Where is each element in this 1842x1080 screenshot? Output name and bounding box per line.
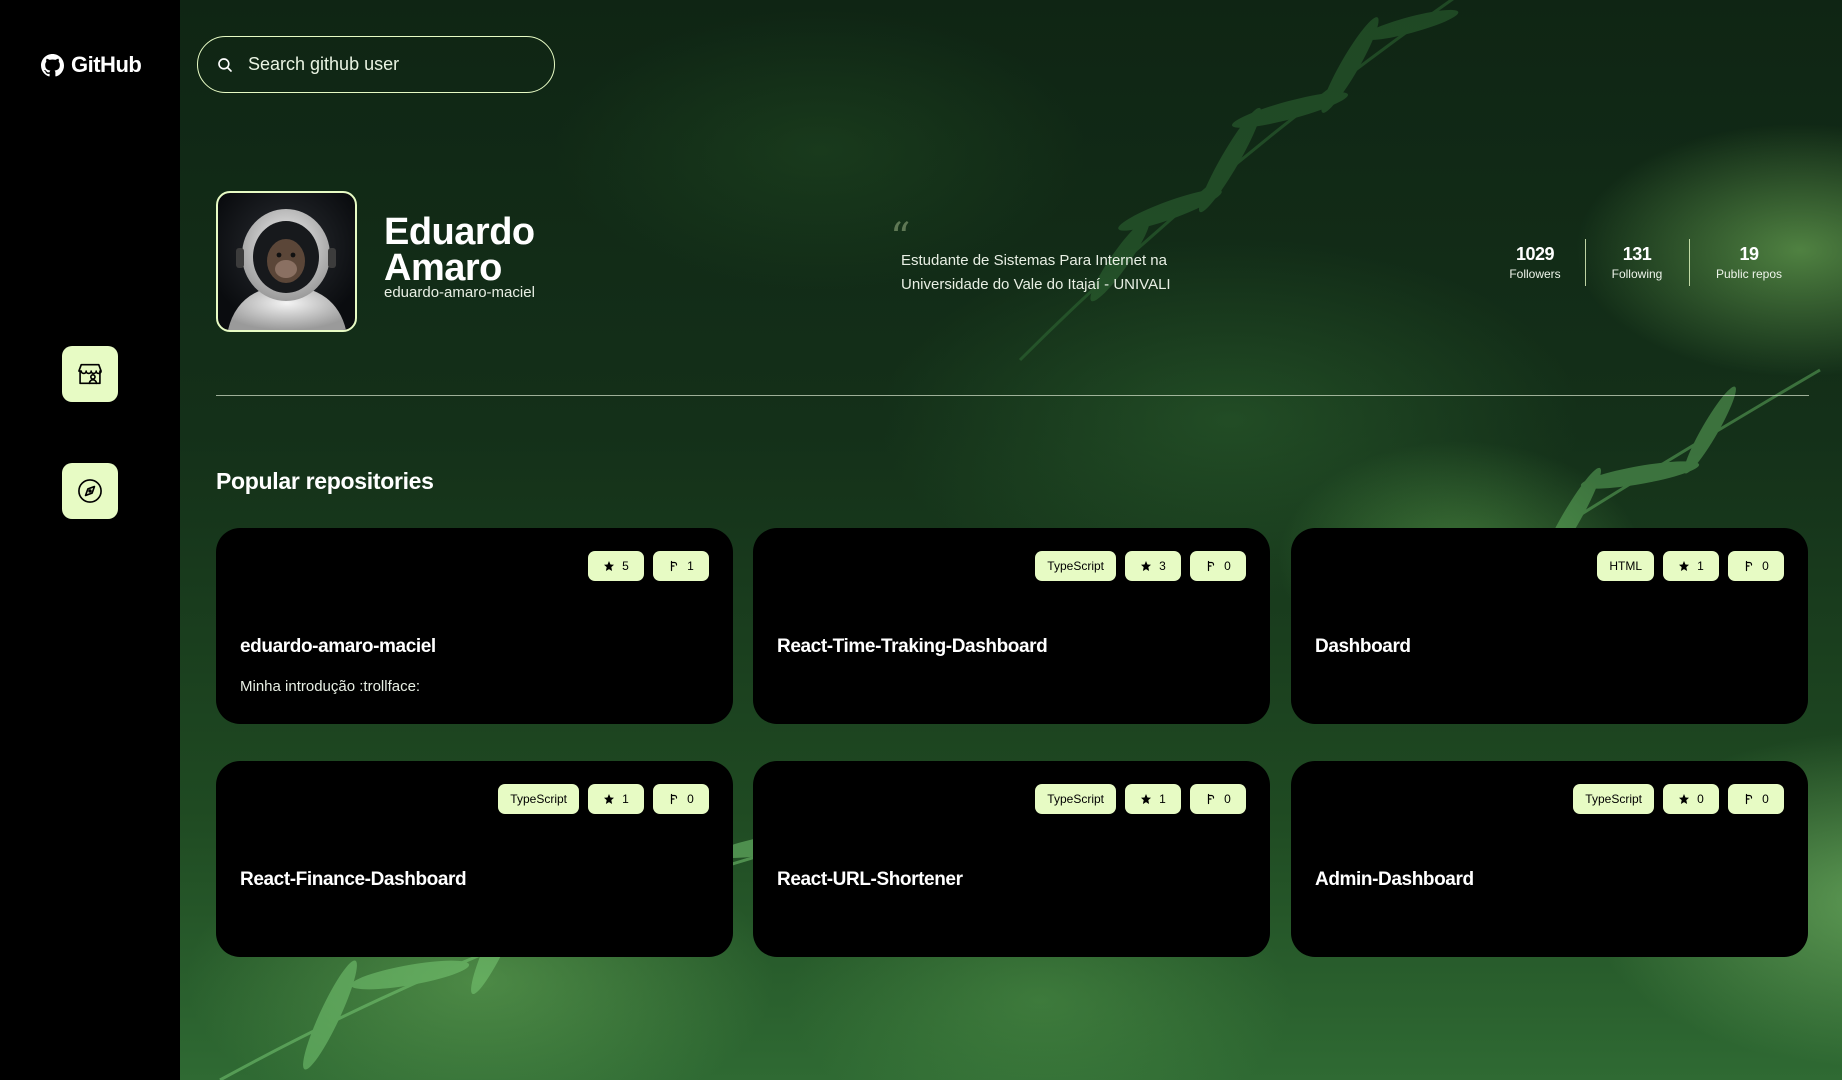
stars-badge: 1 (1663, 551, 1719, 581)
divider (216, 395, 1809, 396)
language-badge: TypeScript (1573, 784, 1654, 814)
stars-badge: 1 (588, 784, 644, 814)
fern-decoration-icon (1018, 0, 1459, 362)
stat-value: 19 (1739, 243, 1759, 264)
search-bar[interactable] (197, 36, 555, 93)
language-badge: HTML (1597, 551, 1654, 581)
stars-count: 0 (1697, 792, 1704, 806)
quote-icon: “ (890, 215, 911, 261)
stars-count: 5 (622, 559, 629, 573)
profile-stats: 131 Following (1597, 238, 1677, 286)
repo-name[interactable]: React-Finance-Dashboard (240, 869, 467, 891)
forks-count: 0 (1224, 559, 1231, 573)
forks-count: 0 (687, 792, 694, 806)
repo-card[interactable]: HTML 1 0 Dashboard (1291, 528, 1808, 724)
repo-card[interactable]: 5 1 eduardo-amaro-maciel Minha introduçã… (216, 528, 733, 724)
search-input[interactable] (246, 53, 530, 76)
forks-badge: 1 (653, 551, 709, 581)
profile-bio: Estudante de Sistemas Para Internet na U… (901, 252, 1171, 293)
repo-badges: HTML 1 0 (1597, 551, 1784, 581)
fork-icon (1746, 793, 1753, 805)
stars-badge: 5 (588, 551, 644, 581)
profile-stats: 1029 Followers (1495, 238, 1575, 286)
store-user-icon (78, 363, 102, 385)
logo-text: GitHub (71, 52, 142, 77)
stars-badge: 1 (1125, 784, 1181, 814)
stat-value: 1029 (1515, 243, 1555, 264)
repo-badges: 5 1 (588, 551, 709, 581)
language-badge: TypeScript (498, 784, 579, 814)
forks-badge: 0 (1190, 784, 1246, 814)
fork-icon (671, 560, 678, 572)
search-icon (218, 57, 232, 72)
repo-name[interactable]: React-Time-Traking-Dashboard (777, 636, 1048, 658)
forks-badge: 0 (653, 784, 709, 814)
language-badge: TypeScript (1035, 551, 1116, 581)
repo-card[interactable]: TypeScript 3 0 React-Time-Traking-Dashbo… (753, 528, 1270, 724)
stat-following[interactable]: 131 Following (1597, 238, 1677, 286)
star-icon (1141, 561, 1152, 571)
stars-badge: 3 (1125, 551, 1181, 581)
stars-count: 1 (1697, 559, 1704, 573)
star-icon (1679, 794, 1690, 804)
stat-divider (1585, 239, 1586, 286)
fork-icon (671, 793, 678, 805)
stat-divider (1689, 239, 1690, 286)
language-badge: TypeScript (1035, 784, 1116, 814)
repo-name[interactable]: Dashboard (1315, 636, 1411, 658)
fork-icon (1208, 560, 1215, 572)
forks-count: 1 (687, 559, 694, 573)
stat-public-repos[interactable]: 19 Public repos (1707, 238, 1791, 286)
stat-followers[interactable]: 1029 Followers (1495, 238, 1575, 286)
sidebar-store-button[interactable] (62, 346, 118, 402)
forks-badge: 0 (1190, 551, 1246, 581)
repo-name[interactable]: React-URL-Shortener (777, 869, 963, 891)
star-icon (1679, 561, 1690, 571)
sidebar: GitHub (0, 0, 180, 1080)
star-icon (1141, 794, 1152, 804)
avatar (216, 191, 357, 332)
repo-card[interactable]: TypeScript 0 0 Admin-Dashboard (1291, 761, 1808, 957)
stat-value: 131 (1622, 243, 1652, 264)
forks-badge: 0 (1728, 551, 1784, 581)
stat-label: Public repos (1715, 266, 1783, 281)
repo-description: Minha introdução :trollface: (240, 678, 421, 695)
repo-badges: TypeScript 1 0 (498, 784, 709, 814)
stat-label: Followers (1509, 266, 1561, 281)
stars-count: 1 (622, 792, 629, 806)
repo-card[interactable]: TypeScript 1 0 React-URL-Shortener (753, 761, 1270, 957)
astronaut-avatar-icon (228, 209, 346, 330)
repo-name[interactable]: eduardo-amaro-maciel (240, 636, 436, 658)
repo-badges: TypeScript 1 0 (1035, 784, 1246, 814)
fork-icon (1746, 560, 1753, 572)
repo-badges: TypeScript 3 0 (1035, 551, 1246, 581)
forks-count: 0 (1762, 792, 1769, 806)
star-icon (604, 794, 615, 804)
profile-stats: 19 Public repos (1707, 238, 1791, 286)
stars-count: 1 (1159, 792, 1166, 806)
forks-count: 0 (1224, 792, 1231, 806)
sidebar-explore-button[interactable] (62, 463, 118, 519)
compass-icon (78, 479, 102, 503)
github-logo[interactable]: GitHub (41, 52, 142, 78)
profile-username: eduardo-amaro-maciel (384, 284, 535, 301)
forks-count: 0 (1762, 559, 1769, 573)
forks-badge: 0 (1728, 784, 1784, 814)
stars-badge: 0 (1663, 784, 1719, 814)
stat-label: Following (1611, 266, 1663, 281)
profile-name: Eduardo Amaro (384, 211, 535, 289)
star-icon (604, 561, 615, 571)
repo-name[interactable]: Admin-Dashboard (1315, 869, 1474, 891)
github-icon (41, 53, 64, 76)
fork-icon (1208, 793, 1215, 805)
repo-card[interactable]: TypeScript 1 0 React-Finance-Dashboard (216, 761, 733, 957)
repo-badges: TypeScript 0 0 (1573, 784, 1784, 814)
stars-count: 3 (1159, 559, 1166, 573)
section-title: Popular repositories (216, 468, 434, 494)
